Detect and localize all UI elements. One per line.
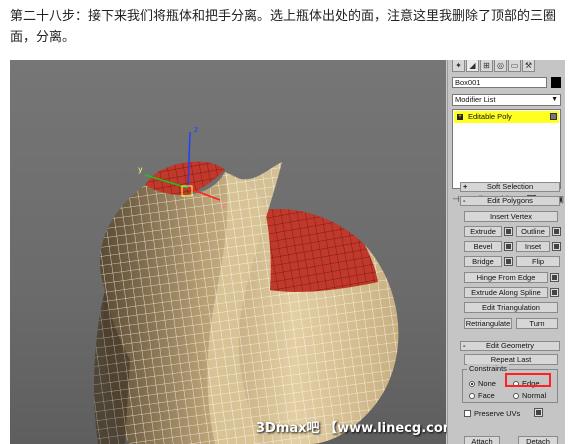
modifier-list-dropdown[interactable]: Modifier List ▼ bbox=[452, 94, 561, 106]
chevron-down-icon: ▼ bbox=[551, 96, 558, 103]
stack-item-toggle-icon[interactable] bbox=[550, 113, 557, 120]
constraint-none-radio[interactable]: None bbox=[469, 379, 496, 388]
bridge-settings-icon[interactable] bbox=[504, 257, 513, 266]
utilities-tab-icon[interactable]: ⚒ bbox=[522, 60, 535, 72]
pin-stack-icon[interactable]: ⊣ bbox=[452, 194, 460, 205]
rollout-edit-geometry[interactable]: - Edit Geometry bbox=[460, 341, 560, 351]
detach-highlight-box bbox=[505, 373, 551, 387]
create-tab-icon[interactable]: ✦ bbox=[452, 60, 465, 72]
stack-item-editable-poly[interactable]: + Editable Poly bbox=[454, 111, 559, 123]
inset-button[interactable]: Inset bbox=[516, 241, 550, 252]
extrude-button[interactable]: Extrude bbox=[464, 226, 502, 237]
outline-settings-icon[interactable] bbox=[552, 227, 561, 236]
rollout-edit-polygons[interactable]: - Edit Polygons bbox=[460, 196, 560, 206]
insert-vertex-button[interactable]: Insert Vertex bbox=[464, 211, 558, 222]
checkbox-icon bbox=[464, 410, 471, 417]
retriangulate-button[interactable]: Retriangulate bbox=[464, 318, 512, 329]
collapse-minus-icon: - bbox=[463, 196, 466, 205]
preserve-uvs-settings-icon[interactable] bbox=[534, 408, 543, 417]
rollout-soft-selection-label: Soft Selection bbox=[486, 182, 534, 191]
panel-tabs: ✦ ◢ ⊞ ◎ ▭ ⚒ bbox=[452, 60, 535, 72]
outline-button[interactable]: Outline bbox=[516, 226, 550, 237]
gizmo-x-label: x bbox=[222, 201, 227, 210]
extrude-settings-icon[interactable] bbox=[504, 227, 513, 236]
extrude-along-spline-button[interactable]: Extrude Along Spline bbox=[464, 287, 548, 298]
bridge-button[interactable]: Bridge bbox=[464, 256, 502, 267]
rollout-soft-selection[interactable]: + Soft Selection bbox=[460, 182, 560, 192]
constraint-none-label: None bbox=[478, 379, 496, 388]
vase-mesh: z y x bbox=[94, 125, 399, 444]
detach-button[interactable]: Detach bbox=[518, 436, 558, 444]
constraint-normal-label: Normal bbox=[522, 391, 547, 400]
hinge-settings-icon[interactable] bbox=[550, 273, 559, 282]
step-caption: 第二十八步：接下来我们将瓶体和把手分离。选上瓶体出处的面，注意这里我删除了顶部的… bbox=[10, 9, 557, 45]
bevel-settings-icon[interactable] bbox=[504, 242, 513, 251]
extrude-spline-settings-icon[interactable] bbox=[550, 288, 559, 297]
gizmo-y-label: y bbox=[138, 165, 143, 174]
constraints-title: Constraints bbox=[467, 364, 509, 373]
collapse-minus-icon: - bbox=[463, 341, 466, 350]
motion-tab-icon[interactable]: ◎ bbox=[494, 60, 507, 72]
preserve-uvs-checkbox[interactable]: Preserve UVs bbox=[464, 409, 520, 418]
bevel-button[interactable]: Bevel bbox=[464, 241, 502, 252]
attach-button[interactable]: Attach bbox=[464, 436, 500, 444]
radio-on-icon bbox=[469, 380, 475, 387]
display-tab-icon[interactable]: ▭ bbox=[508, 60, 521, 72]
object-name-field[interactable]: Box001 bbox=[452, 77, 547, 88]
flip-button[interactable]: Flip bbox=[516, 256, 560, 267]
perspective-viewport[interactable]: z y x 3Dmax吧 【www.linecg.com/tieba/1771】 bbox=[10, 60, 553, 444]
rollout-edit-polygons-label: Edit Polygons bbox=[487, 196, 533, 205]
constraint-normal-radio[interactable]: Normal bbox=[513, 391, 546, 400]
gizmo-z-label: z bbox=[194, 125, 198, 134]
inset-settings-icon[interactable] bbox=[552, 242, 561, 251]
turn-button[interactable]: Turn bbox=[516, 318, 558, 329]
preserve-uvs-label: Preserve UVs bbox=[474, 409, 521, 418]
hinge-from-edge-button[interactable]: Hinge From Edge bbox=[464, 272, 548, 283]
modifier-list-label: Modifier List bbox=[455, 95, 496, 104]
constraint-face-radio[interactable]: Face bbox=[469, 391, 495, 400]
constraint-face-label: Face bbox=[478, 391, 495, 400]
modify-tab-icon[interactable]: ◢ bbox=[466, 60, 479, 72]
edit-triangulation-button[interactable]: Edit Triangulation bbox=[464, 302, 558, 313]
expand-icon[interactable]: + bbox=[457, 114, 463, 120]
rollout-edit-geometry-label: Edit Geometry bbox=[486, 341, 534, 350]
object-color-swatch[interactable] bbox=[551, 77, 561, 88]
hierarchy-tab-icon[interactable]: ⊞ bbox=[480, 60, 493, 72]
radio-off-icon bbox=[469, 392, 475, 399]
expand-plus-icon: + bbox=[463, 182, 468, 191]
max-screenshot: z y x 3Dmax吧 【www.linecg.com/tieba/1771】… bbox=[10, 60, 565, 444]
modifier-stack: + Editable Poly bbox=[452, 109, 561, 189]
stack-item-label: Editable Poly bbox=[468, 112, 512, 121]
radio-off-icon bbox=[513, 392, 519, 399]
